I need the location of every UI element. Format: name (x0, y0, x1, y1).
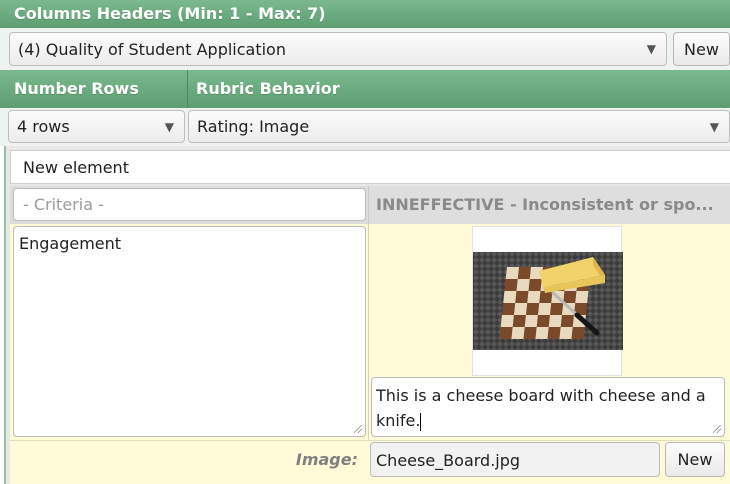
column-header-select-value: (4) Quality of Student Application (18, 39, 286, 59)
cheese-board-image (472, 226, 623, 376)
rubric-behavior-label: Rubric Behavior (196, 79, 340, 98)
column-header-select[interactable]: (4) Quality of Student Application ▼ (9, 32, 667, 66)
element-name-field[interactable]: New element (10, 150, 730, 184)
image-filename-field[interactable]: Cheese_Board.jpg (370, 442, 660, 477)
columns-headers-bar: Columns Headers (Min: 1 - Max: 7) (0, 0, 730, 28)
criteria-placeholder: - Criteria - (23, 195, 104, 214)
column-header-cell: INNEFFECTIVE - Inconsistent or spo... (368, 186, 730, 224)
image-caption-textarea[interactable]: This is a cheese board with cheese and a… (371, 377, 725, 437)
new-column-header-button[interactable]: New (673, 32, 730, 66)
columns-headers-title: Columns Headers (Min: 1 - Max: 7) (14, 4, 326, 23)
text-cursor (420, 412, 422, 431)
image-label: Image: (295, 450, 358, 469)
element-name-value: New element (23, 158, 129, 177)
criteria-textarea[interactable]: Engagement (13, 226, 366, 437)
rubric-settings-header: Number Rows Rubric Behavior (0, 70, 730, 108)
chevron-down-icon: ▼ (709, 119, 719, 134)
image-caption-value: This is a cheese board with cheese and a… (376, 386, 706, 430)
rubric-behavior-select[interactable]: Rating: Image ▼ (188, 110, 730, 143)
rubric-behavior-value: Rating: Image (197, 117, 310, 136)
number-rows-value: 4 rows (17, 117, 70, 136)
chevron-down-icon: ▼ (164, 119, 174, 134)
image-filename: Cheese_Board.jpg (376, 451, 521, 470)
resize-handle-icon[interactable] (713, 425, 721, 433)
chevron-down-icon: ▼ (646, 42, 656, 56)
criteria-placeholder-field[interactable]: - Criteria - (13, 188, 366, 221)
number-rows-label: Number Rows (14, 79, 139, 98)
header-divider (187, 70, 188, 108)
criteria-value: Engagement (19, 234, 122, 253)
resize-handle-icon[interactable] (354, 425, 362, 433)
new-image-button[interactable]: New (665, 442, 725, 477)
column-header-text: INNEFFECTIVE - Inconsistent or spo... (376, 195, 714, 214)
number-rows-select[interactable]: 4 rows ▼ (8, 110, 185, 143)
